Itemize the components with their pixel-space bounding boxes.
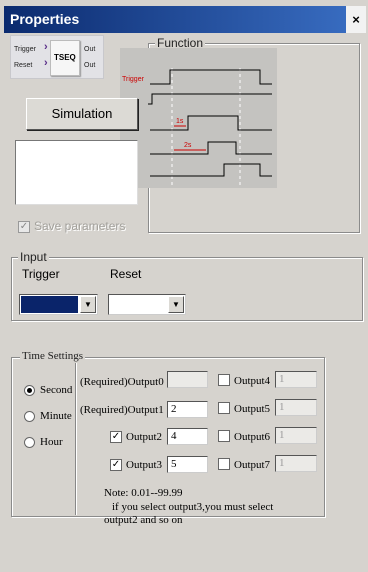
delay-label-2: 2s xyxy=(184,142,192,149)
output1-field[interactable]: 2 xyxy=(167,401,208,418)
input-group-label: Input xyxy=(18,250,49,264)
q1-waveform xyxy=(150,115,272,131)
unit-second-label: Second xyxy=(40,384,73,396)
note-rule-cont: output2 and so on xyxy=(104,514,183,526)
block-output-1: Out xyxy=(84,46,96,53)
output2-field[interactable]: 4 xyxy=(167,428,208,445)
timing-diagram: Trigger Q0 Q1 Q2 Q3 1s 2s xyxy=(120,48,277,188)
trigger-waveform xyxy=(150,69,272,85)
unit-minute-label: Minute xyxy=(40,410,72,422)
q2-waveform xyxy=(150,141,272,155)
reset-label: Reset xyxy=(110,267,142,281)
output3-field[interactable]: 5 xyxy=(167,456,208,473)
note-rule: if you select output3,you must select xyxy=(112,501,274,513)
simulation-button-label: Simulation xyxy=(51,106,113,121)
trigger-select-value xyxy=(21,296,78,313)
reset-select[interactable]: ▼ xyxy=(108,294,186,315)
output4-field[interactable]: 1 xyxy=(275,371,317,388)
output7-label: Output7 xyxy=(234,459,271,471)
time-settings-label: Time Settings xyxy=(20,350,86,362)
timing-diagram-svg xyxy=(148,68,272,188)
block-core: TSEQ xyxy=(50,40,80,76)
output7-checkbox[interactable] xyxy=(218,458,230,470)
trigger-label: Trigger xyxy=(22,267,60,281)
output0-label: (Required)Output0 xyxy=(80,376,164,388)
output6-label: Output6 xyxy=(234,431,271,443)
output7-field[interactable]: 1 xyxy=(275,455,317,472)
block-input-reset: Reset xyxy=(14,62,33,69)
output4-label: Output4 xyxy=(234,375,271,387)
title-bar: Properties × xyxy=(4,6,366,33)
delay-label-1: 1s xyxy=(176,118,184,125)
chevron-down-icon[interactable]: ▼ xyxy=(168,296,184,313)
signal-label-trigger: Trigger xyxy=(122,76,144,83)
unit-hour-radio[interactable] xyxy=(24,437,35,448)
output3-label: Output3 xyxy=(126,459,163,471)
input-arrow-icon: › xyxy=(44,41,48,53)
output2-checkbox[interactable]: ✓ xyxy=(110,431,122,443)
note-range: Note: 0.01--99.99 xyxy=(104,487,183,499)
block-symbol: Trigger Reset › › TSEQ Out Out xyxy=(10,35,104,79)
block-output-2: Out xyxy=(84,62,96,69)
output1-label: (Required)Output1 xyxy=(80,404,164,416)
output2-label: Output2 xyxy=(126,431,163,443)
trigger-select[interactable]: ▼ xyxy=(19,294,98,315)
simulation-button[interactable]: Simulation xyxy=(26,98,138,130)
output3-checkbox[interactable]: ✓ xyxy=(110,459,122,471)
close-button[interactable]: × xyxy=(346,6,366,33)
output5-field[interactable]: 1 xyxy=(275,399,317,416)
unit-hour-label: Hour xyxy=(40,436,63,448)
save-parameters-checkbox[interactable]: ✓ xyxy=(18,221,30,233)
simulation-output-box[interactable] xyxy=(15,140,138,205)
input-arrow-icon: › xyxy=(44,57,48,69)
output5-checkbox[interactable] xyxy=(218,402,230,414)
window-title: Properties xyxy=(10,11,80,27)
block-input-trigger: Trigger xyxy=(14,46,36,53)
output4-checkbox[interactable] xyxy=(218,374,230,386)
output0-field[interactable] xyxy=(167,371,208,388)
q0-waveform xyxy=(148,93,272,105)
output5-label: Output5 xyxy=(234,403,271,415)
save-parameters-label: Save parameters xyxy=(34,219,126,233)
unit-second-radio[interactable] xyxy=(24,385,35,396)
output6-checkbox[interactable] xyxy=(218,430,230,442)
chevron-down-icon[interactable]: ▼ xyxy=(80,296,96,313)
unit-minute-radio[interactable] xyxy=(24,411,35,422)
q3-waveform xyxy=(150,163,272,177)
block-name: TSEQ xyxy=(54,53,76,62)
close-icon: × xyxy=(352,12,360,27)
output6-field[interactable]: 1 xyxy=(275,427,317,444)
